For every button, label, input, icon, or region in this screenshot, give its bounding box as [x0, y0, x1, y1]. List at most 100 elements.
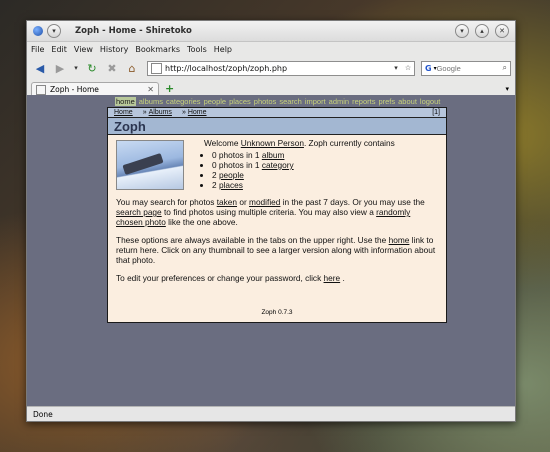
firefox-icon — [33, 26, 43, 36]
chevron-down-icon: ▾ — [52, 26, 56, 35]
zoph-tab-prefs[interactable]: prefs — [378, 97, 395, 106]
url-dropdown-icon[interactable]: ▾ — [390, 64, 402, 72]
url-text[interactable]: http://localhost/zoph/zoph.php — [165, 64, 390, 73]
forward-button[interactable]: ▶ — [51, 59, 69, 77]
zoph-main-panel: Home » Albums » Home [1] Zoph Welcome Un… — [107, 107, 447, 323]
tab-close-icon[interactable]: ✕ — [147, 85, 154, 94]
tab-title: Zoph - Home — [50, 85, 99, 94]
zoph-tab-categories[interactable]: categories — [166, 97, 201, 106]
para-text: like the one above. — [168, 217, 238, 227]
stats-list: 0 photos in 1 album 0 photos in 1 catego… — [204, 150, 294, 190]
history-dropdown-button[interactable]: ▾ — [71, 59, 81, 77]
url-bar[interactable]: http://localhost/zoph/zoph.php ▾ ☆ — [147, 60, 415, 76]
options-paragraph: These options are always available in th… — [116, 235, 438, 265]
menu-history[interactable]: History — [100, 45, 128, 54]
welcome-label: Welcome — [204, 138, 239, 148]
breadcrumb-separator: » — [181, 109, 186, 116]
prefs-paragraph: To edit your preferences or change your … — [116, 273, 438, 283]
page-heading: Zoph — [108, 118, 446, 135]
stop-icon: ✖ — [107, 61, 117, 75]
status-bar: Done — [27, 406, 515, 421]
category-link[interactable]: category — [262, 160, 294, 170]
breadcrumb-home-link[interactable]: Home — [114, 109, 133, 116]
stop-button[interactable]: ✖ — [103, 59, 121, 77]
search-page-link[interactable]: search page — [116, 207, 162, 217]
reload-button[interactable]: ↻ — [83, 59, 101, 77]
album-link[interactable]: album — [262, 150, 285, 160]
search-box[interactable]: G ▾ ⌕ — [421, 60, 511, 76]
para-text: to find photos using multiple criteria. … — [163, 207, 374, 217]
breadcrumb-home2-link[interactable]: Home — [188, 109, 207, 116]
para-text: You may search for photos — [116, 197, 215, 207]
airplane-wing-image — [122, 153, 164, 175]
zoph-tab-search[interactable]: search — [279, 97, 302, 106]
bookmark-star-icon[interactable]: ☆ — [402, 64, 414, 72]
menu-bar: File Edit View History Bookmarks Tools H… — [27, 42, 515, 56]
minimize-button[interactable]: ▾ — [455, 24, 469, 38]
menu-file[interactable]: File — [31, 45, 44, 54]
status-text: Done — [33, 409, 53, 419]
zoph-tab-home[interactable]: home — [115, 97, 136, 106]
taken-link[interactable]: taken — [217, 197, 237, 207]
menu-edit[interactable]: Edit — [51, 45, 67, 54]
para-text: These options are always available in th… — [116, 235, 387, 245]
maximize-button[interactable]: ▴ — [475, 24, 489, 38]
zoph-tab-reports[interactable]: reports — [352, 97, 375, 106]
new-tab-icon[interactable]: + — [165, 82, 174, 96]
para-text: To edit your preferences or change your … — [116, 273, 322, 283]
zoph-tab-places[interactable]: places — [229, 97, 251, 106]
chevron-down-icon: ▾ — [74, 64, 78, 72]
back-button[interactable]: ◀ — [31, 59, 49, 77]
stat-count: 0 photos in 1 — [212, 160, 260, 170]
window-menu-button[interactable]: ▾ — [47, 24, 61, 38]
zoph-tab-albums[interactable]: albums — [139, 97, 163, 106]
breadcrumb: Home » Albums » Home [1] — [108, 108, 446, 118]
zoph-tab-photos[interactable]: photos — [254, 97, 277, 106]
random-photo-thumbnail[interactable] — [116, 140, 184, 190]
menu-tools[interactable]: Tools — [187, 45, 207, 54]
modified-link[interactable]: modified — [249, 197, 280, 207]
home-icon: ⌂ — [128, 61, 136, 75]
home-button[interactable]: ⌂ — [123, 59, 141, 77]
people-link[interactable]: people — [219, 170, 244, 180]
reload-icon: ↻ — [87, 61, 97, 75]
menu-view[interactable]: View — [74, 45, 93, 54]
zoph-tab-about[interactable]: about — [398, 97, 417, 106]
zoph-tab-admin[interactable]: admin — [329, 97, 349, 106]
zoph-tab-people[interactable]: people — [204, 97, 227, 106]
forward-arrow-icon: ▶ — [55, 61, 65, 75]
tab-zoph-home[interactable]: Zoph - Home ✕ — [31, 82, 159, 96]
breadcrumb-count: [1] — [432, 109, 440, 116]
home-link[interactable]: home — [389, 235, 410, 245]
stat-count: 2 — [212, 180, 217, 190]
close-button[interactable]: ✕ — [495, 24, 509, 38]
back-arrow-icon: ◀ — [35, 61, 45, 75]
tab-favicon-icon — [36, 84, 46, 95]
para-text: in the past 7 days. Or you may use the — [282, 197, 425, 207]
list-item: 2 places — [212, 180, 294, 190]
version-footer: Zoph 0.7.3 — [261, 309, 293, 316]
tab-list-icon[interactable]: ▾ — [505, 82, 509, 96]
google-search-engine-icon[interactable]: G — [425, 64, 432, 73]
navigation-toolbar: ◀ ▶ ▾ ↻ ✖ ⌂ http://localhost/zoph/zoph.p… — [27, 56, 515, 80]
places-link[interactable]: places — [219, 180, 243, 190]
zoph-nav-tabs: home albums categories people places photos se… — [115, 97, 443, 106]
window-title: Zoph - Home - Shiretoko — [75, 26, 192, 36]
para-text: . — [342, 273, 345, 283]
menu-help[interactable]: Help — [214, 45, 232, 54]
search-icon[interactable]: ⌕ — [503, 63, 507, 73]
close-icon: ✕ — [499, 26, 505, 35]
breadcrumb-albums-link[interactable]: Albums — [149, 109, 172, 116]
search-input[interactable] — [436, 63, 503, 73]
minimize-icon: ▾ — [460, 26, 464, 35]
browser-window: ▾ Zoph - Home - Shiretoko ▾ ▴ ✕ File Edi… — [26, 20, 516, 422]
zoph-tab-import[interactable]: import — [305, 97, 326, 106]
welcome-text: Welcome Unknown Person. Zoph currently c… — [204, 138, 395, 148]
menu-bookmarks[interactable]: Bookmarks — [135, 45, 180, 54]
prefs-here-link[interactable]: here — [324, 273, 341, 283]
para-text: or — [239, 197, 247, 207]
page-content: home albums categories people places photos se… — [27, 95, 515, 408]
breadcrumb-separator: » — [142, 109, 147, 116]
user-link[interactable]: Unknown Person — [241, 138, 304, 148]
zoph-tab-logout[interactable]: logout — [420, 97, 440, 106]
